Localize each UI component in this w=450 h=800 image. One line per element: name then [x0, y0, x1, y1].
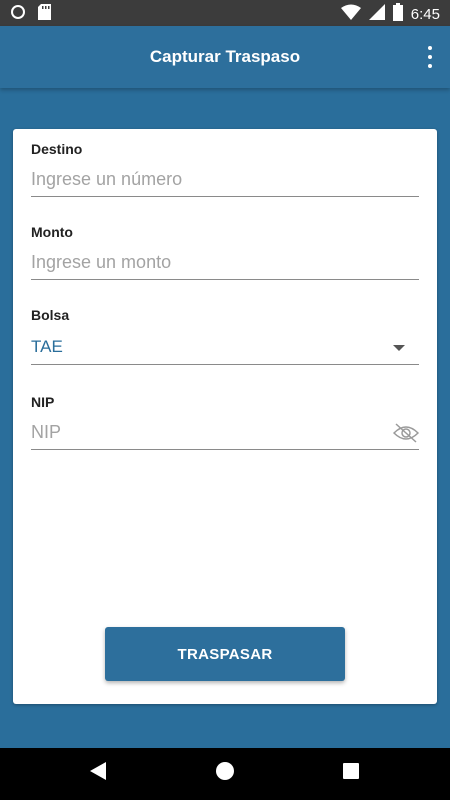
- monto-field: Monto: [31, 224, 419, 280]
- bolsa-selected-value: TAE: [31, 337, 63, 356]
- status-bar: 6:45: [0, 0, 450, 26]
- recents-icon[interactable]: [343, 762, 359, 785]
- dropdown-arrow-icon: [393, 345, 405, 351]
- nip-input[interactable]: [31, 416, 419, 450]
- battery-icon: [392, 3, 403, 26]
- nip-field: NIP: [31, 394, 420, 450]
- signal-icon: [368, 4, 385, 25]
- notification-circle-icon: [10, 4, 26, 25]
- page-title: Capturar Traspaso: [149, 47, 301, 66]
- eye-off-icon[interactable]: [392, 423, 420, 445]
- traspasar-button[interactable]: TRASPASAR: [105, 627, 345, 681]
- sd-card-icon: [38, 4, 51, 25]
- bolsa-field: Bolsa TAE: [31, 307, 419, 365]
- transfer-form-card: Destino Monto Bolsa TAE NIP TRASPASAR: [13, 129, 437, 704]
- nip-label: NIP: [31, 394, 55, 410]
- status-time: 6:45: [410, 6, 440, 23]
- home-icon[interactable]: [216, 762, 234, 785]
- app-bar: Capturar Traspaso: [0, 26, 450, 88]
- more-vert-icon[interactable]: [426, 46, 434, 68]
- wifi-icon: [340, 4, 361, 25]
- system-nav-bar: [0, 748, 450, 800]
- bolsa-label: Bolsa: [31, 307, 70, 323]
- monto-input[interactable]: [31, 246, 419, 280]
- destino-label: Destino: [31, 141, 83, 157]
- destino-field: Destino: [31, 141, 419, 197]
- destino-input[interactable]: [31, 163, 419, 197]
- bolsa-select[interactable]: TAE: [31, 331, 419, 365]
- monto-label: Monto: [31, 224, 73, 240]
- back-icon[interactable]: [90, 762, 106, 785]
